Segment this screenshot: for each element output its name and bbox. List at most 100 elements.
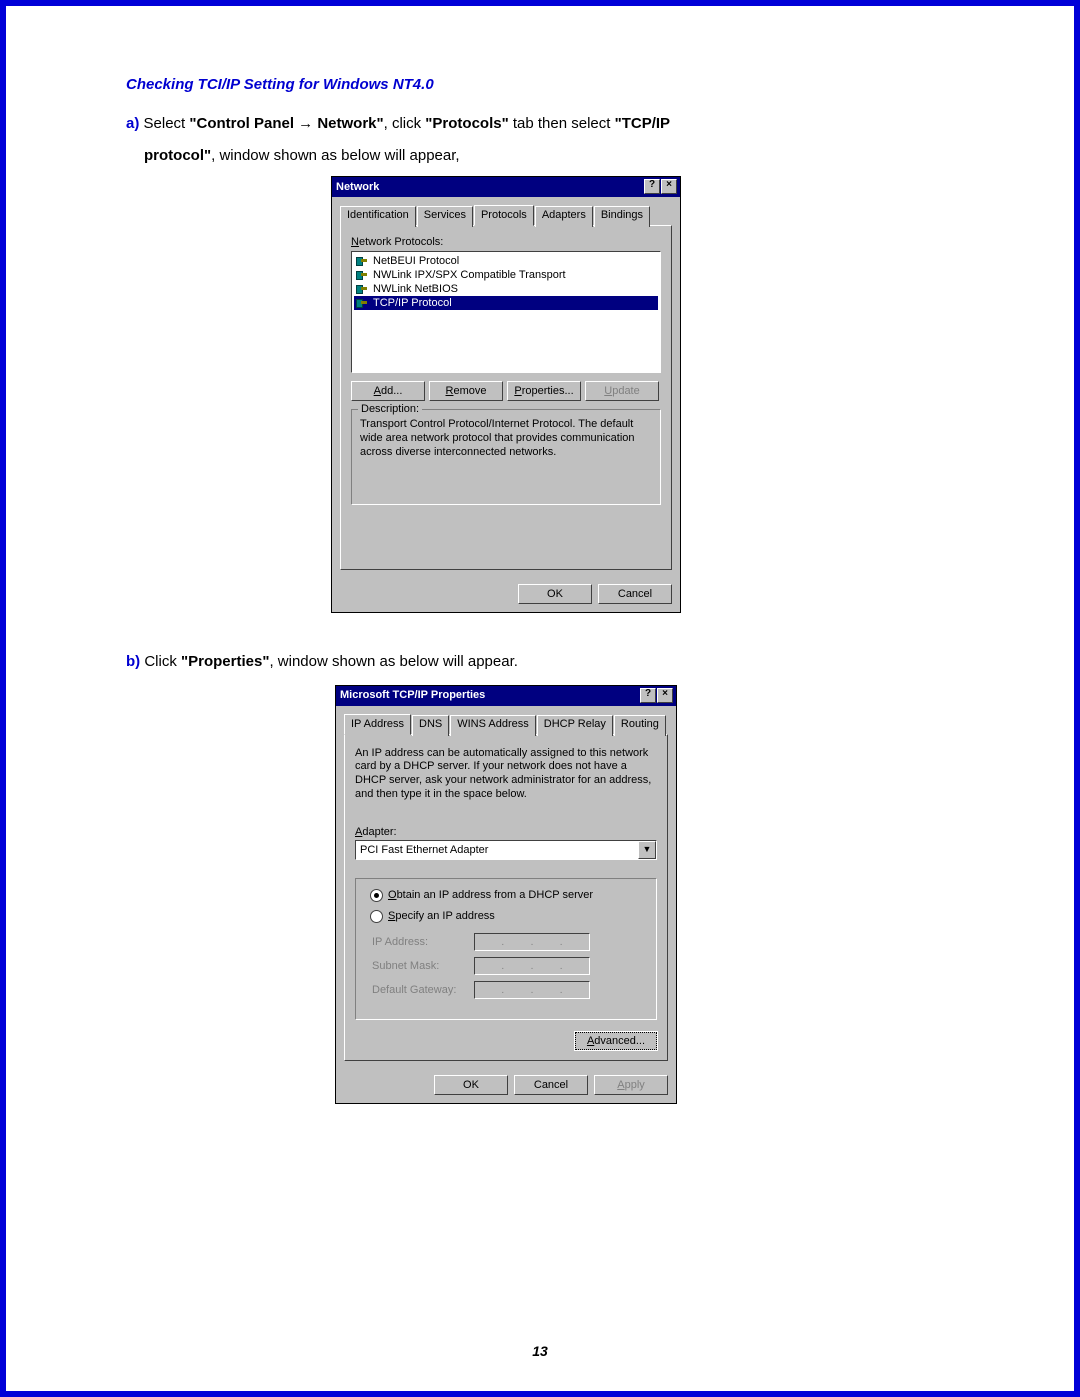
adapter-value: PCI Fast Ethernet Adapter	[356, 844, 638, 856]
protocol-label: TCP/IP Protocol	[373, 297, 452, 309]
tab-wins[interactable]: WINS Address	[450, 715, 536, 736]
text: tab then select	[509, 115, 615, 132]
dialog2-wrap: Microsoft TCP/IP Properties ? × IP Addre…	[126, 685, 886, 1104]
properties-button[interactable]: Properties...	[507, 381, 581, 401]
text: , click	[384, 115, 426, 132]
dialog-body: IP Address DNS WINS Address DHCP Relay R…	[336, 706, 676, 1069]
tab-identification[interactable]: Identification	[340, 206, 416, 227]
protocol-label: NWLink IPX/SPX Compatible Transport	[373, 269, 566, 281]
dialog-bottom: OK Cancel Apply	[336, 1069, 676, 1103]
tab-routing[interactable]: Routing	[614, 715, 666, 736]
adapter-combo[interactable]: PCI Fast Ethernet Adapter ▼	[355, 840, 657, 860]
tab-panel: An IP address can be automatically assig…	[344, 734, 668, 1061]
page-number: 13	[6, 1343, 1074, 1359]
radio-label: Obtain an IP address from a DHCP server	[388, 889, 593, 901]
ip-mode-group: Obtain an IP address from a DHCP server …	[355, 878, 657, 1020]
description-group: Description: Transport Control Protocol/…	[351, 409, 661, 505]
marker-b: b)	[126, 653, 140, 670]
dialog1-wrap: Network ? × Identification Services Prot…	[126, 176, 886, 613]
protocol-icon	[356, 297, 370, 309]
instruction-b: b) Click "Properties", window shown as b…	[126, 649, 886, 675]
gateway-input: ...	[474, 981, 590, 999]
instruction-a: a) Select "Control Panel → Network", cli…	[126, 111, 886, 137]
description-text: Transport Control Protocol/Internet Prot…	[360, 418, 652, 459]
cancel-button[interactable]: Cancel	[598, 584, 672, 604]
protocol-icon	[356, 283, 370, 295]
protocol-icon	[356, 269, 370, 281]
text: , window shown as below will appear.	[269, 653, 517, 670]
tab-services[interactable]: Services	[417, 206, 473, 227]
tab-dns[interactable]: DNS	[412, 715, 449, 736]
advanced-row: Advanced...	[355, 1032, 657, 1050]
tab-adapters[interactable]: Adapters	[535, 206, 593, 227]
ip-address-row: IP Address: ...	[372, 933, 646, 951]
adapter-label: Adapter:	[355, 826, 657, 838]
ok-button[interactable]: OK	[518, 584, 592, 604]
page-frame: Checking TCI/IP Setting for Windows NT4.…	[0, 0, 1080, 1397]
group-title: Description:	[358, 403, 422, 415]
protocol-item-selected[interactable]: TCP/IP Protocol	[354, 296, 658, 310]
titlebar-text: Network	[336, 181, 379, 193]
bold-text: protocol"	[144, 147, 211, 164]
radio-specify[interactable]: Specify an IP address	[370, 910, 646, 923]
text: Select	[139, 115, 189, 132]
dialog-bottom: OK Cancel	[332, 578, 680, 612]
tabs: IP Address DNS WINS Address DHCP Relay R…	[344, 714, 668, 735]
tab-ip-address[interactable]: IP Address	[344, 714, 411, 735]
remove-button[interactable]: Remove	[429, 381, 503, 401]
titlebar[interactable]: Network ? ×	[332, 177, 680, 197]
bold-text: "Protocols"	[425, 115, 508, 132]
protocol-item[interactable]: NWLink IPX/SPX Compatible Transport	[354, 268, 658, 282]
tab-protocols[interactable]: Protocols	[474, 205, 534, 226]
instruction-a-line2: protocol", window shown as below will ap…	[144, 143, 886, 169]
gateway-row: Default Gateway: ...	[372, 981, 646, 999]
ip-address-label: IP Address:	[372, 936, 466, 948]
radio-dhcp[interactable]: Obtain an IP address from a DHCP server	[370, 889, 646, 902]
ok-button[interactable]: OK	[434, 1075, 508, 1095]
bold-text: "Control Panel → Network"	[189, 115, 383, 132]
tcpip-dialog: Microsoft TCP/IP Properties ? × IP Addre…	[335, 685, 677, 1104]
cancel-button[interactable]: Cancel	[514, 1075, 588, 1095]
help-icon[interactable]: ?	[640, 688, 656, 703]
text: , window shown as below will appear,	[211, 147, 459, 164]
titlebar-buttons: ? ×	[643, 179, 677, 194]
protocol-label: NetBEUI Protocol	[373, 255, 459, 267]
text: Click	[140, 653, 181, 670]
dialog-body: Identification Services Protocols Adapte…	[332, 197, 680, 578]
content-column: Checking TCI/IP Setting for Windows NT4.…	[126, 76, 886, 1104]
subnet-mask-input: ...	[474, 957, 590, 975]
protocol-label: NWLink NetBIOS	[373, 283, 458, 295]
advanced-button[interactable]: Advanced...	[575, 1032, 657, 1050]
marker-a: a)	[126, 115, 139, 132]
spacer	[351, 505, 661, 559]
tab-bindings[interactable]: Bindings	[594, 206, 650, 227]
apply-button: Apply	[594, 1075, 668, 1095]
protocol-item[interactable]: NetBEUI Protocol	[354, 254, 658, 268]
network-dialog: Network ? × Identification Services Prot…	[331, 176, 681, 613]
titlebar-buttons: ? ×	[639, 688, 673, 703]
bold-text: "Properties"	[181, 653, 269, 670]
protocol-item[interactable]: NWLink NetBIOS	[354, 282, 658, 296]
button-row: Add... Remove Properties... Update	[351, 381, 661, 401]
help-icon[interactable]: ?	[644, 179, 660, 194]
info-text: An IP address can be automatically assig…	[355, 745, 657, 826]
chevron-down-icon[interactable]: ▼	[638, 841, 656, 859]
titlebar-text: Microsoft TCP/IP Properties	[340, 689, 485, 701]
add-button[interactable]: Add...	[351, 381, 425, 401]
close-icon[interactable]: ×	[661, 179, 677, 194]
tabs: Identification Services Protocols Adapte…	[340, 205, 672, 226]
subnet-mask-label: Subnet Mask:	[372, 960, 466, 972]
titlebar[interactable]: Microsoft TCP/IP Properties ? ×	[336, 686, 676, 706]
radio-icon	[370, 910, 383, 923]
protocol-list[interactable]: NetBEUI Protocol NWLink IPX/SPX Compatib…	[351, 251, 661, 373]
close-icon[interactable]: ×	[657, 688, 673, 703]
subnet-mask-row: Subnet Mask: ...	[372, 957, 646, 975]
tab-dhcp-relay[interactable]: DHCP Relay	[537, 715, 613, 736]
list-label: Network Protocols:	[351, 236, 661, 248]
radio-icon	[370, 889, 383, 902]
gateway-label: Default Gateway:	[372, 984, 466, 996]
tab-panel: Network Protocols: NetBEUI Protocol NWLi…	[340, 225, 672, 570]
ip-fields: IP Address: ... Subnet Mask: ... Default…	[372, 933, 646, 999]
bold-text: "TCP/IP	[615, 115, 670, 132]
radio-label: Specify an IP address	[388, 910, 495, 922]
